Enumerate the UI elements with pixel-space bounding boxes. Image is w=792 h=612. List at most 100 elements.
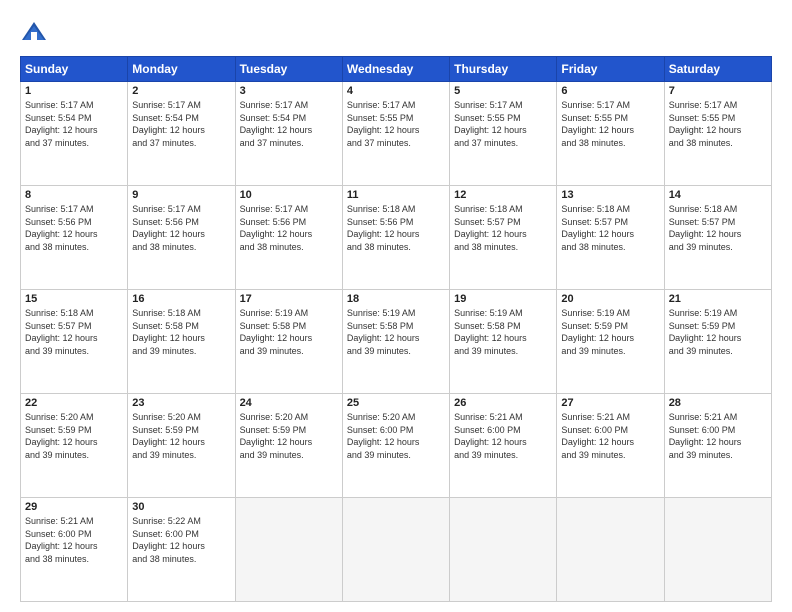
day-info: Sunrise: 5:17 AMSunset: 5:55 PMDaylight:… (561, 99, 659, 149)
day-number: 30 (132, 501, 230, 513)
day-info: Sunrise: 5:17 AMSunset: 5:54 PMDaylight:… (25, 99, 123, 149)
day-cell: 3Sunrise: 5:17 AMSunset: 5:54 PMDaylight… (235, 82, 342, 186)
day-cell: 30 Sunrise: 5:22 AMSunset: 6:00 PMDayligh… (128, 498, 235, 602)
day-number: 26 (454, 397, 552, 409)
day-number: 6 (561, 85, 659, 97)
day-cell (450, 498, 557, 602)
day-cell: 13Sunrise: 5:18 AMSunset: 5:57 PMDayligh… (557, 186, 664, 290)
day-cell: 29 Sunrise: 5:21 AMSunset: 6:00 PMDayligh… (21, 498, 128, 602)
day-cell: 2 Sunrise: 5:17 AMSunset: 5:54 PMDaylight… (128, 82, 235, 186)
day-cell (557, 498, 664, 602)
day-info: Sunrise: 5:18 AMSunset: 5:57 PMDaylight:… (25, 307, 123, 357)
day-info: Sunrise: 5:18 AMSunset: 5:58 PMDaylight:… (132, 307, 230, 357)
col-header-friday: Friday (557, 57, 664, 82)
day-number: 16 (132, 293, 230, 305)
day-info: Sunrise: 5:18 AMSunset: 5:56 PMDaylight:… (347, 203, 445, 253)
day-info: Sunrise: 5:19 AMSunset: 5:58 PMDaylight:… (454, 307, 552, 357)
day-info: Sunrise: 5:17 AMSunset: 5:56 PMDaylight:… (132, 203, 230, 253)
day-number: 19 (454, 293, 552, 305)
day-info: Sunrise: 5:20 AMSunset: 6:00 PMDaylight:… (347, 411, 445, 461)
day-cell (342, 498, 449, 602)
day-info: Sunrise: 5:21 AMSunset: 6:00 PMDaylight:… (25, 515, 123, 565)
day-cell: 15 Sunrise: 5:18 AMSunset: 5:57 PMDayligh… (21, 290, 128, 394)
day-cell (664, 498, 771, 602)
day-cell: 28 Sunrise: 5:21 AMSunset: 6:00 PMDayligh… (664, 394, 771, 498)
day-number: 29 (25, 501, 123, 513)
header (20, 18, 772, 46)
day-number: 2 (132, 85, 230, 97)
day-cell: 21 Sunrise: 5:19 AMSunset: 5:59 PMDayligh… (664, 290, 771, 394)
calendar-table: SundayMondayTuesdayWednesdayThursdayFrid… (20, 56, 772, 602)
day-number: 21 (669, 293, 767, 305)
day-number: 10 (240, 189, 338, 201)
col-header-wednesday: Wednesday (342, 57, 449, 82)
day-cell: 6 Sunrise: 5:17 AMSunset: 5:55 PMDaylight… (557, 82, 664, 186)
day-cell: 17 Sunrise: 5:19 AMSunset: 5:58 PMDayligh… (235, 290, 342, 394)
week-row-1: 1 Sunrise: 5:17 AMSunset: 5:54 PMDaylight… (21, 82, 772, 186)
day-info: Sunrise: 5:17 AMSunset: 5:56 PMDaylight:… (25, 203, 123, 253)
day-info: Sunrise: 5:17 AMSunset: 5:55 PMDaylight:… (454, 99, 552, 149)
day-number: 14 (669, 189, 767, 201)
col-header-tuesday: Tuesday (235, 57, 342, 82)
day-number: 23 (132, 397, 230, 409)
logo (20, 18, 52, 46)
day-info: Sunrise: 5:17 AMSunset: 5:55 PMDaylight:… (347, 99, 445, 149)
day-number: 4 (347, 85, 445, 97)
day-cell: 9 Sunrise: 5:17 AMSunset: 5:56 PMDaylight… (128, 186, 235, 290)
day-cell: 25Sunrise: 5:20 AMSunset: 6:00 PMDayligh… (342, 394, 449, 498)
day-cell: 16 Sunrise: 5:18 AMSunset: 5:58 PMDayligh… (128, 290, 235, 394)
calendar-header-row: SundayMondayTuesdayWednesdayThursdayFrid… (21, 57, 772, 82)
day-info: Sunrise: 5:20 AMSunset: 5:59 PMDaylight:… (240, 411, 338, 461)
day-info: Sunrise: 5:20 AMSunset: 5:59 PMDaylight:… (132, 411, 230, 461)
day-cell: 23 Sunrise: 5:20 AMSunset: 5:59 PMDayligh… (128, 394, 235, 498)
day-number: 7 (669, 85, 767, 97)
day-info: Sunrise: 5:19 AMSunset: 5:58 PMDaylight:… (240, 307, 338, 357)
day-cell: 26 Sunrise: 5:21 AMSunset: 6:00 PMDayligh… (450, 394, 557, 498)
day-info: Sunrise: 5:21 AMSunset: 6:00 PMDaylight:… (669, 411, 767, 461)
day-info: Sunrise: 5:17 AMSunset: 5:56 PMDaylight:… (240, 203, 338, 253)
day-info: Sunrise: 5:19 AMSunset: 5:59 PMDaylight:… (669, 307, 767, 357)
day-info: Sunrise: 5:18 AMSunset: 5:57 PMDaylight:… (454, 203, 552, 253)
logo-icon (20, 18, 48, 46)
day-number: 28 (669, 397, 767, 409)
day-cell: 4 Sunrise: 5:17 AMSunset: 5:55 PMDaylight… (342, 82, 449, 186)
day-cell: 24Sunrise: 5:20 AMSunset: 5:59 PMDayligh… (235, 394, 342, 498)
day-info: Sunrise: 5:21 AMSunset: 6:00 PMDaylight:… (561, 411, 659, 461)
col-header-thursday: Thursday (450, 57, 557, 82)
day-info: Sunrise: 5:20 AMSunset: 5:59 PMDaylight:… (25, 411, 123, 461)
day-cell: 10 Sunrise: 5:17 AMSunset: 5:56 PMDayligh… (235, 186, 342, 290)
day-info: Sunrise: 5:17 AMSunset: 5:55 PMDaylight:… (669, 99, 767, 149)
day-number: 27 (561, 397, 659, 409)
day-cell: 27 Sunrise: 5:21 AMSunset: 6:00 PMDayligh… (557, 394, 664, 498)
day-number: 15 (25, 293, 123, 305)
day-number: 22 (25, 397, 123, 409)
week-row-2: 8 Sunrise: 5:17 AMSunset: 5:56 PMDaylight… (21, 186, 772, 290)
day-number: 12 (454, 189, 552, 201)
day-number: 20 (561, 293, 659, 305)
day-cell: 19 Sunrise: 5:19 AMSunset: 5:58 PMDayligh… (450, 290, 557, 394)
week-row-3: 15 Sunrise: 5:18 AMSunset: 5:57 PMDayligh… (21, 290, 772, 394)
day-cell: 22 Sunrise: 5:20 AMSunset: 5:59 PMDayligh… (21, 394, 128, 498)
day-cell: 20 Sunrise: 5:19 AMSunset: 5:59 PMDayligh… (557, 290, 664, 394)
day-number: 1 (25, 85, 123, 97)
col-header-monday: Monday (128, 57, 235, 82)
day-cell (235, 498, 342, 602)
day-cell: 8 Sunrise: 5:17 AMSunset: 5:56 PMDaylight… (21, 186, 128, 290)
day-cell: 1 Sunrise: 5:17 AMSunset: 5:54 PMDaylight… (21, 82, 128, 186)
day-number: 9 (132, 189, 230, 201)
day-cell: 11Sunrise: 5:18 AMSunset: 5:56 PMDayligh… (342, 186, 449, 290)
day-cell: 7 Sunrise: 5:17 AMSunset: 5:55 PMDaylight… (664, 82, 771, 186)
day-number: 13 (561, 189, 659, 201)
day-info: Sunrise: 5:22 AMSunset: 6:00 PMDaylight:… (132, 515, 230, 565)
day-info: Sunrise: 5:19 AMSunset: 5:59 PMDaylight:… (561, 307, 659, 357)
day-cell: 18Sunrise: 5:19 AMSunset: 5:58 PMDayligh… (342, 290, 449, 394)
day-number: 17 (240, 293, 338, 305)
col-header-sunday: Sunday (21, 57, 128, 82)
day-number: 8 (25, 189, 123, 201)
page: SundayMondayTuesdayWednesdayThursdayFrid… (0, 0, 792, 612)
day-info: Sunrise: 5:17 AMSunset: 5:54 PMDaylight:… (240, 99, 338, 149)
week-row-5: 29 Sunrise: 5:21 AMSunset: 6:00 PMDayligh… (21, 498, 772, 602)
day-info: Sunrise: 5:19 AMSunset: 5:58 PMDaylight:… (347, 307, 445, 357)
day-info: Sunrise: 5:17 AMSunset: 5:54 PMDaylight:… (132, 99, 230, 149)
day-info: Sunrise: 5:21 AMSunset: 6:00 PMDaylight:… (454, 411, 552, 461)
